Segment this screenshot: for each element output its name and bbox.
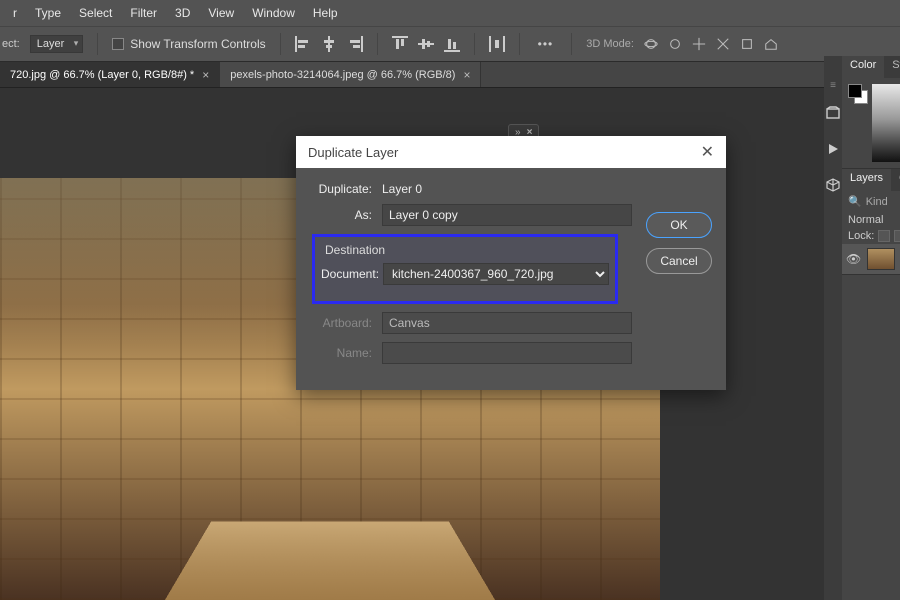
zoom-3d-icon[interactable] [740,37,754,51]
close-icon[interactable]: × [463,68,470,82]
options-bar: ect: Layer Show Transform Controls ••• 3… [0,26,900,62]
separator [280,33,281,55]
cancel-button[interactable]: Cancel [646,248,712,274]
drag-handle-icon[interactable] [824,80,842,86]
kind-label: Kind [866,196,888,208]
show-transform-toggle[interactable]: Show Transform Controls [112,37,265,51]
blend-mode-select[interactable]: Normal [842,212,900,228]
tab-swatches[interactable]: Swa [884,56,900,78]
align-left-icon[interactable] [295,36,311,52]
align-center-h-icon[interactable] [321,36,337,52]
dialog-titlebar: Duplicate Layer ✕ [296,136,726,168]
pan-icon[interactable] [692,37,706,51]
distribute-icon[interactable] [489,36,505,52]
tab-color[interactable]: Color [842,56,884,78]
rotate-icon[interactable] [668,37,682,51]
menu-item[interactable]: Filter [121,6,166,20]
ok-button[interactable]: OK [646,212,712,238]
name-label: Name: [312,346,382,360]
align-middle-icon[interactable] [418,36,434,52]
cube-icon[interactable] [824,176,842,194]
destination-heading: Destination [321,241,609,263]
tab-label: 720.jpg @ 66.7% (Layer 0, RGB/8#) * [10,69,194,81]
lock-label: Lock: [848,230,874,242]
artboard-label: Artboard: [312,316,382,330]
menu-item[interactable]: r [4,6,26,20]
align-group [295,36,363,52]
document-select[interactable]: kitchen-2400367_960_720.jpg [383,263,609,285]
separator [474,33,475,55]
separator [519,33,520,55]
name-input [382,342,632,364]
lock-row: Lock: [842,228,900,244]
search-icon: 🔍 [848,195,862,208]
show-transform-label: Show Transform Controls [130,37,265,51]
lock-pixels-icon[interactable] [878,230,890,242]
align-bottom-icon[interactable] [444,36,460,52]
align-group-v [392,36,460,52]
duplicate-label: Duplicate: [312,182,382,196]
align-right-icon[interactable] [347,36,363,52]
checkbox-icon [112,38,124,50]
tab-channels[interactable]: Ch [891,169,900,191]
layer-thumbnail [867,248,895,270]
document-tab[interactable]: pexels-photo-3214064.jpeg @ 66.7% (RGB/8… [220,62,481,87]
as-label: As: [312,208,382,222]
close-icon[interactable]: × [202,68,209,82]
side-tool-strip [824,56,842,600]
right-sidebar: Color Swa Layers Ch 🔍 Kind Normal [824,56,900,600]
menu-item[interactable]: Type [26,6,70,20]
home-3d-icon[interactable] [764,37,778,51]
slide-icon[interactable] [716,37,730,51]
duplicate-value: Layer 0 [382,182,422,196]
separator [571,33,572,55]
duplicate-layer-dialog: Duplicate Layer ✕ OK Cancel Duplicate: L… [296,136,726,390]
color-ramp[interactable] [872,84,900,162]
layers-panel: Layers Ch 🔍 Kind Normal Lock: 👁 [842,169,900,275]
menu-item[interactable]: Help [304,6,347,20]
color-panel: Color Swa [842,56,900,169]
more-options-icon[interactable]: ••• [534,37,558,51]
as-input[interactable] [382,204,632,226]
dialog-body: OK Cancel Duplicate: Layer 0 As: Destina… [296,168,726,390]
separator [97,33,98,55]
play-icon[interactable] [824,140,842,158]
layer-row[interactable]: 👁 [842,244,900,274]
menu-item[interactable]: View [199,6,243,20]
visibility-eye-icon[interactable]: 👁 [846,252,861,266]
options-label: ect: [2,38,20,50]
document-label: Document: [321,267,383,281]
menu-item[interactable]: 3D [166,6,199,20]
foreground-color-swatch [848,84,862,98]
menu-item[interactable]: Select [70,6,121,20]
layer-dropdown[interactable]: Layer [30,35,84,53]
separator [377,33,378,55]
tab-label: pexels-photo-3214064.jpeg @ 66.7% (RGB/8… [230,69,455,81]
side-panels: Color Swa Layers Ch 🔍 Kind Normal [842,56,900,600]
tab-layers[interactable]: Layers [842,169,891,191]
lock-position-icon[interactable] [894,230,900,242]
orbit-icon[interactable] [644,37,658,51]
destination-highlight: Destination Document: kitchen-2400367_96… [312,234,618,304]
foreground-background-swatch[interactable] [848,84,868,104]
document-tabs: 720.jpg @ 66.7% (Layer 0, RGB/8#) * × pe… [0,62,900,88]
menu-bar: r Type Select Filter 3D View Window Help [0,0,900,26]
align-top-icon[interactable] [392,36,408,52]
history-icon[interactable] [824,104,842,122]
menu-item[interactable]: Window [243,6,304,20]
dialog-title-text: Duplicate Layer [308,145,398,160]
layer-filter-row[interactable]: 🔍 Kind [842,191,900,212]
3d-mode-label: 3D Mode: [586,38,634,50]
document-tab[interactable]: 720.jpg @ 66.7% (Layer 0, RGB/8#) * × [0,62,220,87]
artboard-input [382,312,632,334]
close-icon[interactable]: ✕ [701,142,714,162]
